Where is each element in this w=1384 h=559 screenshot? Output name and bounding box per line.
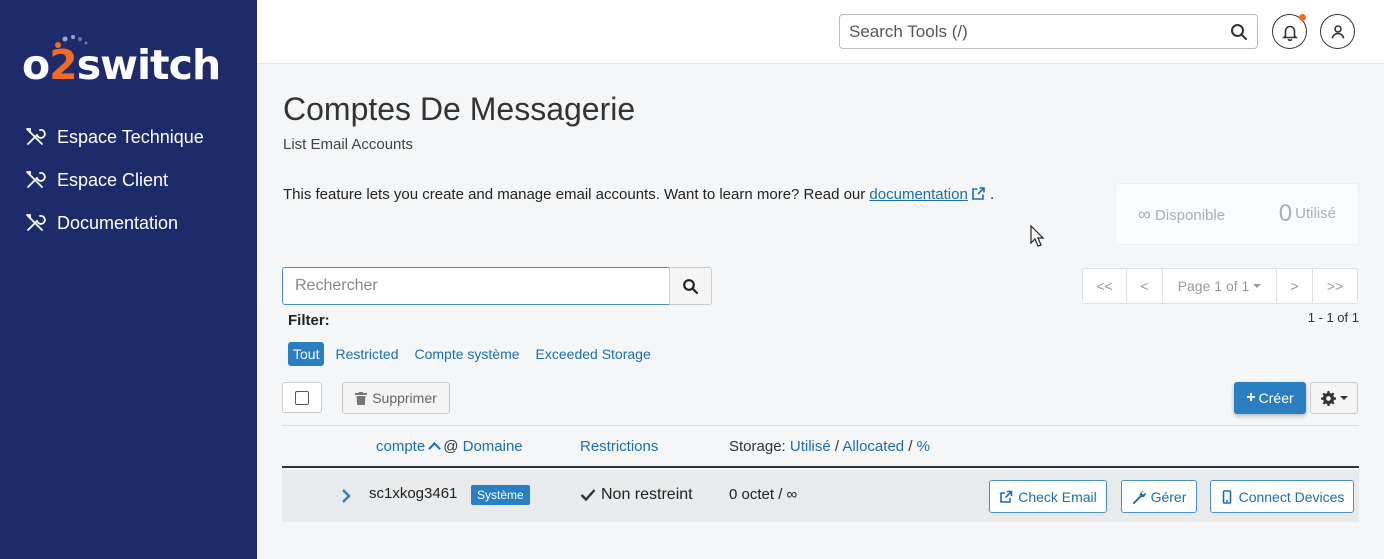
filter-tout[interactable]: Tout xyxy=(288,342,325,366)
manage-button[interactable]: Gérer xyxy=(1121,480,1197,513)
account-search-button[interactable] xyxy=(669,267,712,305)
gear-icon xyxy=(1320,390,1336,406)
sort-ascending-icon xyxy=(428,442,442,455)
mouse-cursor-icon xyxy=(1030,225,1045,247)
delete-button[interactable]: Supprimer xyxy=(342,382,450,414)
sort-restrictions-link[interactable]: Restrictions xyxy=(580,438,658,455)
notifications-button[interactable] xyxy=(1272,14,1307,49)
system-badge: Système xyxy=(471,485,530,505)
logo-text: o2switch xyxy=(22,41,221,89)
check-icon xyxy=(580,489,596,502)
filter-restricted[interactable]: Restricted xyxy=(330,342,403,366)
tools-icon xyxy=(24,169,46,191)
user-icon xyxy=(1331,24,1344,39)
first-page-button[interactable]: << xyxy=(1083,269,1127,303)
caret-down-icon xyxy=(1339,396,1348,400)
sidebar-item-espace-client[interactable]: Espace Client xyxy=(24,168,168,192)
sidebar-item-documentation[interactable]: Documentation xyxy=(24,211,178,235)
used-stat: 0 Utilisé xyxy=(1278,200,1336,227)
storage-usage: 0 octet / ∞ xyxy=(729,486,798,503)
checkbox-square xyxy=(295,390,309,405)
infinity-icon: ∞ xyxy=(1138,204,1151,224)
account-name: sc1xkog3461 xyxy=(369,485,458,502)
last-page-button[interactable]: >> xyxy=(1313,269,1357,303)
user-menu-button[interactable] xyxy=(1320,14,1355,49)
filter-label: Filter: xyxy=(288,312,330,329)
search-icon[interactable] xyxy=(1229,22,1249,42)
sort-account-link[interactable]: compte xyxy=(376,438,425,455)
account-search-input[interactable] xyxy=(282,267,670,305)
column-account-domain: compte @ Domaine xyxy=(376,438,523,455)
intro-text: This feature lets you create and manage … xyxy=(283,186,995,203)
next-page-button[interactable]: > xyxy=(1277,269,1313,303)
external-link-icon[interactable] xyxy=(971,186,986,201)
o2switch-logo[interactable]: o2switch xyxy=(22,34,242,90)
sidebar-item-label: Espace Client xyxy=(57,169,169,190)
sidebar-item-espace-technique[interactable]: Espace Technique xyxy=(24,125,204,149)
table-row: sc1xkog3461 Système Non restreint 0 octe… xyxy=(282,470,1359,522)
search-tools-input[interactable] xyxy=(840,15,1210,48)
documentation-link[interactable]: documentation xyxy=(869,186,967,203)
sidebar-item-label: Espace Technique xyxy=(57,126,204,147)
main-content: Comptes De Messagerie List Email Account… xyxy=(257,65,1384,559)
plus-icon: + xyxy=(1246,389,1256,406)
pagination: << < Page 1 of 1 > >> xyxy=(1082,268,1358,304)
sidebar-item-label: Documentation xyxy=(57,212,179,233)
sort-domain-link[interactable]: Domaine xyxy=(463,438,523,455)
sort-used-link[interactable]: Utilisé xyxy=(790,438,831,455)
page-select[interactable]: Page 1 of 1 xyxy=(1163,269,1277,303)
column-storage: Storage: Utilisé / Allocated / % xyxy=(729,438,930,455)
result-range: 1 - 1 of 1 xyxy=(1307,310,1359,325)
sort-allocated-link[interactable]: Allocated xyxy=(842,438,904,455)
page-title: Comptes De Messagerie xyxy=(283,91,636,127)
search-icon xyxy=(683,278,699,294)
prev-page-button[interactable]: < xyxy=(1127,269,1163,303)
bell-icon xyxy=(1281,25,1298,41)
notification-dot xyxy=(1299,14,1306,21)
search-tools-box xyxy=(839,14,1258,49)
sort-percent-link[interactable]: % xyxy=(917,438,930,455)
tools-icon xyxy=(24,212,46,234)
caret-down-icon xyxy=(1253,284,1262,288)
account-search xyxy=(282,267,712,305)
table-header: compte @ Domaine Restrictions Storage: Ut… xyxy=(282,425,1359,468)
tools-icon xyxy=(24,126,46,148)
connect-devices-button[interactable]: Connect Devices xyxy=(1210,480,1354,513)
filter-compte-systeme[interactable]: Compte système xyxy=(410,342,525,366)
page-subtitle: List Email Accounts xyxy=(283,136,414,153)
filter-exceeded-storage[interactable]: Exceeded Storage xyxy=(531,342,656,366)
mobile-icon xyxy=(1222,489,1231,504)
select-all-checkbox[interactable] xyxy=(282,382,322,413)
quota-stats: ∞ Disponible 0 Utilisé xyxy=(1115,183,1359,245)
filter-options: Tout Restricted Compte système Exceeded … xyxy=(288,342,662,366)
settings-dropdown-button[interactable] xyxy=(1310,382,1358,414)
sidebar: o2switch Espace Technique Espace Client … xyxy=(0,0,257,559)
external-link-icon xyxy=(1000,490,1013,503)
restriction-status: Non restreint xyxy=(580,486,693,504)
create-button[interactable]: + Créer xyxy=(1234,382,1306,414)
trash-icon xyxy=(355,391,368,405)
available-stat: ∞ Disponible xyxy=(1138,204,1226,224)
check-email-button[interactable]: Check Email xyxy=(989,480,1107,513)
wrench-icon xyxy=(1132,490,1146,504)
chevron-right-icon[interactable] xyxy=(340,487,352,505)
column-restrictions: Restrictions xyxy=(580,438,658,455)
top-bar xyxy=(257,0,1384,64)
